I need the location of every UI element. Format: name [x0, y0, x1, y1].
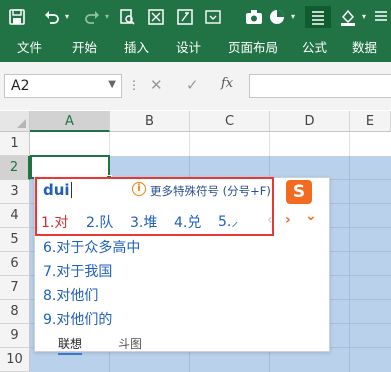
- candidate-8[interactable]: 8.对他们: [43, 285, 98, 305]
- tab-data[interactable]: 数据: [352, 33, 377, 62]
- pie-chart-icon[interactable]: [268, 6, 286, 28]
- row-header-4[interactable]: 4: [0, 204, 30, 228]
- gridline: [349, 156, 350, 372]
- info-icon[interactable]: i: [132, 182, 146, 196]
- candidate-9[interactable]: 9.对他们的: [43, 309, 112, 329]
- tab-home[interactable]: 开始: [72, 33, 97, 62]
- ime-composition-text: dui: [43, 181, 70, 199]
- excel-window: ▾ ▾ ▾ ▾ 文件 开始 插入 设计 页面布局 公式 数据 A2 ▼ ⋮ ✕ …: [0, 0, 391, 372]
- gridline: [269, 132, 270, 156]
- tab-file[interactable]: 文件: [17, 33, 42, 62]
- save-icon[interactable]: [8, 6, 26, 28]
- redo-icon: [83, 6, 101, 28]
- tab-suggestions[interactable]: 联想: [58, 335, 83, 355]
- row-header-3[interactable]: 3: [0, 180, 30, 204]
- candidate-7[interactable]: 7.对于我国: [43, 261, 112, 281]
- row-header-8[interactable]: 8: [0, 300, 30, 324]
- candidate-6[interactable]: 6.对于众多高中: [43, 237, 140, 257]
- select-all-icon: [17, 119, 26, 128]
- sogou-logo-icon[interactable]: S: [286, 180, 312, 204]
- expand-candidates-icon[interactable]: ⌄: [305, 208, 317, 224]
- row-header-6[interactable]: 6: [0, 252, 30, 276]
- column-header-b[interactable]: B: [110, 111, 190, 132]
- confirm-icon[interactable]: ✓: [186, 76, 199, 94]
- column-header-a[interactable]: A: [30, 111, 110, 132]
- print-preview-icon[interactable]: [118, 6, 136, 28]
- tab-formulas[interactable]: 公式: [302, 33, 327, 62]
- row-header-7[interactable]: 7: [0, 276, 30, 300]
- next-page-icon[interactable]: ›: [285, 212, 291, 228]
- row-header-5[interactable]: 5: [0, 228, 30, 252]
- prev-page-icon[interactable]: ‹: [267, 212, 273, 228]
- gridline: [189, 132, 190, 156]
- row-header-10[interactable]: 10: [0, 348, 30, 372]
- formula-bar: A2 ▼ ⋮ ✕ ✓ fx: [0, 62, 391, 110]
- formula-input[interactable]: [249, 74, 391, 98]
- chart-dropdown-icon[interactable]: ▾: [288, 6, 298, 28]
- column-header-e[interactable]: E: [350, 111, 391, 132]
- name-box-dropdown-icon[interactable]: ▼: [108, 79, 116, 90]
- dropdown-icon[interactable]: [204, 6, 222, 28]
- align-icon[interactable]: [305, 6, 331, 28]
- candidate-2[interactable]: 2.队: [86, 212, 113, 232]
- candidate-5[interactable]: 5.⸝: [218, 212, 238, 231]
- row-header-2[interactable]: 2: [0, 156, 30, 180]
- insert-function-icon[interactable]: fx: [221, 76, 233, 91]
- name-box-value: A2: [11, 78, 30, 94]
- cancel-icon[interactable]: ✕: [150, 76, 163, 94]
- fill-color-icon[interactable]: [338, 6, 358, 28]
- quick-access-toolbar: ▾ ▾ ▾ ▾: [0, 0, 391, 33]
- tab-design[interactable]: 设计: [176, 33, 201, 62]
- gridline: [109, 132, 110, 156]
- formula-bar-grip-icon[interactable]: ⋮: [128, 78, 140, 92]
- text-caret: [71, 182, 72, 198]
- row-1-cells[interactable]: [30, 132, 391, 156]
- tab-insert[interactable]: 插入: [124, 33, 149, 62]
- redo-dropdown-icon: ▾: [104, 12, 109, 21]
- tab-page-layout[interactable]: 页面布局: [228, 33, 278, 62]
- ribbon-tabs: 文件 开始 插入 设计 页面布局 公式 数据: [0, 33, 391, 62]
- candidate-3[interactable]: 3.堆: [130, 212, 157, 232]
- more-symbols-link[interactable]: 更多特殊符号 (分号+F): [150, 183, 271, 199]
- fill-dropdown-icon[interactable]: ▾: [359, 6, 369, 28]
- select-all-corner[interactable]: [0, 111, 30, 132]
- active-cell-a2[interactable]: [30, 155, 112, 181]
- candidate-4[interactable]: 4.兑: [174, 212, 201, 232]
- row-header-1[interactable]: 1: [0, 132, 30, 156]
- format-cells-icon[interactable]: [147, 6, 165, 28]
- column-header-c[interactable]: C: [190, 111, 270, 132]
- tab-stickers[interactable]: 斗图: [118, 335, 142, 352]
- more-align-icon[interactable]: [372, 6, 390, 28]
- name-box[interactable]: A2 ▼: [4, 74, 122, 98]
- function-icon[interactable]: [176, 6, 194, 28]
- candidate-1[interactable]: 1.对: [41, 212, 68, 232]
- undo-dropdown-icon[interactable]: ▾: [62, 6, 72, 28]
- undo-icon[interactable]: [43, 6, 61, 28]
- column-header-d[interactable]: D: [270, 111, 350, 132]
- camera-icon[interactable]: [244, 6, 264, 28]
- gridline: [349, 132, 350, 156]
- row-header-9[interactable]: 9: [0, 324, 30, 348]
